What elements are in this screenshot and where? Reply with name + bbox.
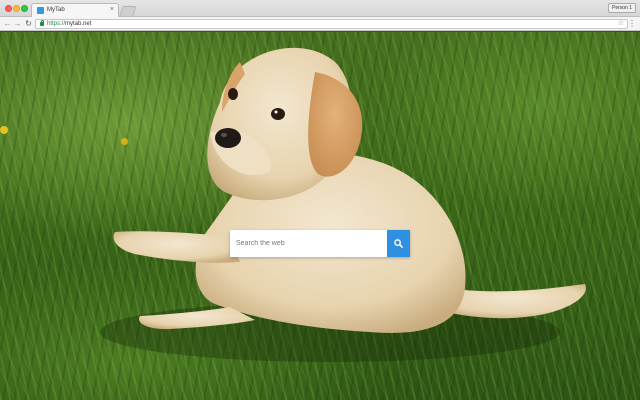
- address-bar[interactable]: https://mytab.net ☆: [35, 19, 628, 29]
- search-box: [230, 230, 410, 257]
- search-button[interactable]: [387, 230, 410, 257]
- tab-mytab[interactable]: MyTab ×: [31, 3, 119, 17]
- tab-close-icon[interactable]: ×: [110, 5, 114, 15]
- new-tab-button[interactable]: [119, 6, 137, 16]
- back-icon[interactable]: ←: [3, 19, 12, 29]
- tab-title: MyTab: [47, 7, 65, 13]
- lock-icon: [40, 20, 44, 26]
- url-host: mytab.net: [65, 21, 92, 27]
- reload-icon[interactable]: ↻: [24, 19, 33, 29]
- menu-icon[interactable]: ⋮: [628, 19, 636, 29]
- search-icon: [394, 239, 403, 248]
- mytab-favicon-icon: [37, 7, 44, 14]
- browser-toolbar: ← → ↻ https://mytab.net ☆ ⋮: [0, 17, 640, 31]
- star-icon[interactable]: ☆: [618, 19, 624, 29]
- profile-button[interactable]: Person 1: [607, 3, 636, 13]
- url-text: https://mytab.net: [47, 20, 91, 28]
- search-input[interactable]: [230, 230, 387, 257]
- url-scheme: https://: [47, 21, 66, 27]
- forward-icon[interactable]: →: [13, 19, 22, 29]
- puppy-illustration: [100, 47, 586, 362]
- window-maximize-button[interactable]: [21, 5, 28, 12]
- tab-strip: MyTab × Person 1: [0, 0, 640, 17]
- new-tab-page: [0, 32, 640, 400]
- window-close-button[interactable]: [5, 5, 12, 12]
- window-minimize-button[interactable]: [13, 5, 20, 12]
